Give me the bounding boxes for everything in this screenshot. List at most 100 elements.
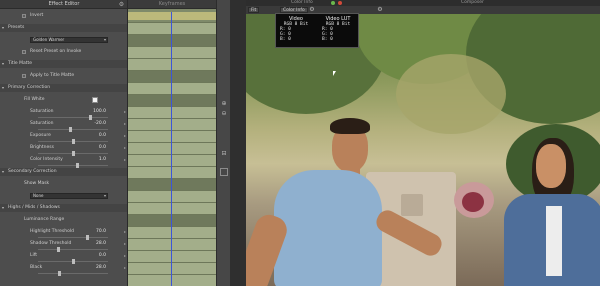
- chevron-down-icon: ▾: [103, 193, 106, 198]
- frame-icon[interactable]: [220, 168, 228, 176]
- parameter-label: Title Matte: [8, 61, 33, 66]
- keyframe-track[interactable]: [128, 190, 216, 202]
- keyframe-track[interactable]: [128, 262, 216, 274]
- gear-icon[interactable]: ⚙: [308, 6, 316, 13]
- keyframe-track[interactable]: [128, 58, 216, 70]
- parameter-label: Luminance Range: [24, 217, 65, 222]
- keyframe-arrow-icon[interactable]: ▸: [124, 264, 126, 272]
- parameter-label: Saturation: [30, 121, 54, 126]
- keyframe-track[interactable]: [128, 274, 216, 286]
- keyframe-track[interactable]: [128, 226, 216, 238]
- parameter-value[interactable]: 28.0: [84, 264, 106, 272]
- gear-icon[interactable]: ⚙: [118, 1, 125, 8]
- keyframe-track[interactable]: [128, 154, 216, 166]
- disclosure-triangle-icon[interactable]: ▾: [2, 204, 4, 212]
- zoom-out-icon[interactable]: ⊖: [220, 110, 228, 118]
- keyframe-track[interactable]: [128, 94, 216, 106]
- slider-track[interactable]: [38, 151, 108, 156]
- slider-track[interactable]: [38, 247, 108, 252]
- parameter-label: Brightness: [30, 145, 54, 150]
- keyframe-arrow-icon[interactable]: ▸: [124, 240, 126, 248]
- dropdown-value: None: [33, 193, 44, 198]
- slider-track[interactable]: [38, 259, 108, 264]
- zoom-in-icon[interactable]: ⊕: [220, 100, 228, 108]
- keyframe-track[interactable]: [128, 214, 216, 226]
- keyframe-arrow-icon[interactable]: ▸: [124, 156, 126, 164]
- parameter-label: Apply to Title Matte: [30, 73, 75, 78]
- keyframe-track[interactable]: [128, 118, 216, 130]
- checkbox[interactable]: [22, 74, 26, 78]
- playhead[interactable]: [171, 12, 172, 286]
- readout-video-lut: Video LUT RGB 8 Bit R: 0 G: 0 B: 0: [318, 16, 358, 42]
- slider-track[interactable]: [38, 271, 108, 276]
- keyframe-track[interactable]: [128, 34, 216, 46]
- readout-video: Video RGB 8 Bit R: 0 G: 0 B: 0: [276, 16, 316, 42]
- keyframe-header: Keyframes: [128, 0, 216, 9]
- preset-dropdown[interactable]: Golden Warmer ▾: [30, 37, 108, 43]
- parameter-value[interactable]: 100.0: [84, 108, 106, 116]
- timeline-ruler[interactable]: [128, 12, 216, 20]
- keyframe-arrow-icon[interactable]: ▸: [124, 132, 126, 140]
- parameter-value[interactable]: 0.0: [84, 252, 106, 260]
- parameter-row[interactable]: ▾ Secondary Correction: [0, 168, 127, 176]
- parameter-label: Lift: [30, 253, 38, 258]
- keyframe-track[interactable]: [128, 142, 216, 154]
- parameter-label: Primary Correction: [8, 85, 51, 90]
- parameter-value[interactable]: 1.0: [84, 156, 106, 164]
- parameter-row[interactable]: ▾ Title Matte: [0, 60, 127, 68]
- keyframe-track[interactable]: [128, 178, 216, 190]
- disclosure-triangle-icon[interactable]: ▾: [2, 24, 4, 32]
- parameter-row[interactable]: ▾ Highs / Mids / Shadows: [0, 204, 127, 212]
- disclosure-triangle-icon[interactable]: ▾: [2, 60, 4, 68]
- slider-track[interactable]: [38, 163, 108, 168]
- man-shirt: [274, 170, 382, 286]
- disclosure-triangle-icon[interactable]: ▾: [2, 84, 4, 92]
- gear-icon[interactable]: ⚙: [376, 6, 384, 13]
- keyframe-arrow-icon[interactable]: ▸: [124, 120, 126, 128]
- keyframe-arrow-icon[interactable]: ▸: [124, 228, 126, 236]
- parameter-label: Black: [30, 265, 43, 270]
- parameter-row[interactable]: ▾ Presets: [0, 24, 127, 32]
- fit-scale-button[interactable]: Fit: [248, 7, 260, 13]
- wall-sign: [401, 194, 423, 216]
- keyframe-arrow-icon[interactable]: ▸: [124, 108, 126, 116]
- slider-track[interactable]: [38, 115, 108, 120]
- keyframe-arrow-icon[interactable]: ▸: [124, 144, 126, 152]
- keyframe-track[interactable]: [128, 130, 216, 142]
- keyframe-track[interactable]: [128, 202, 216, 214]
- keyframe-track[interactable]: [128, 70, 216, 82]
- keyframe-timeline[interactable]: Keyframes: [128, 0, 216, 286]
- checkbox[interactable]: [22, 14, 26, 18]
- keyframe-track[interactable]: [128, 166, 216, 178]
- checkbox[interactable]: [22, 50, 26, 54]
- effect-editor-panel: Effect Editor ⚙ Invert ▾ Presets Golden War…: [0, 0, 128, 286]
- parameter-row: Shadow Threshold 28.0 ▸: [0, 240, 127, 252]
- parameter-label: Color Intensity: [30, 157, 63, 162]
- keyframe-arrow-icon[interactable]: ▸: [124, 252, 126, 260]
- mouse-cursor: [333, 71, 336, 76]
- keyframe-track[interactable]: [128, 22, 216, 34]
- parameter-row: Show Mask: [0, 180, 127, 188]
- parameter-value[interactable]: 0.0: [84, 144, 106, 152]
- parameter-value[interactable]: 28.0: [84, 240, 106, 248]
- color-swatch[interactable]: [92, 97, 98, 103]
- color-info-readout: Video RGB 8 Bit R: 0 G: 0 B: 0 Video LUT…: [275, 13, 359, 48]
- keyframe-track[interactable]: [128, 106, 216, 118]
- filter-icon[interactable]: ⊟: [220, 150, 228, 158]
- slider-thumb[interactable]: [58, 271, 61, 276]
- keyframe-track[interactable]: [128, 238, 216, 250]
- readout-lut-b: B: 0: [322, 37, 333, 42]
- parameter-value[interactable]: 0.0: [84, 132, 106, 140]
- slider-track[interactable]: [38, 139, 108, 144]
- disclosure-triangle-icon[interactable]: ▾: [2, 168, 4, 176]
- keyframe-track[interactable]: [128, 46, 216, 58]
- keyframe-track[interactable]: [128, 82, 216, 94]
- parameter-row[interactable]: ▾ Primary Correction: [0, 84, 127, 92]
- slider-track[interactable]: [38, 235, 108, 240]
- parameter-value[interactable]: -20.0: [84, 120, 106, 128]
- slider-track[interactable]: [38, 127, 108, 132]
- keyframe-track[interactable]: [128, 250, 216, 262]
- parameter-row: Luminance Range: [0, 216, 127, 224]
- video-viewer[interactable]: [246, 14, 600, 286]
- preset-dropdown[interactable]: None ▾: [30, 193, 108, 199]
